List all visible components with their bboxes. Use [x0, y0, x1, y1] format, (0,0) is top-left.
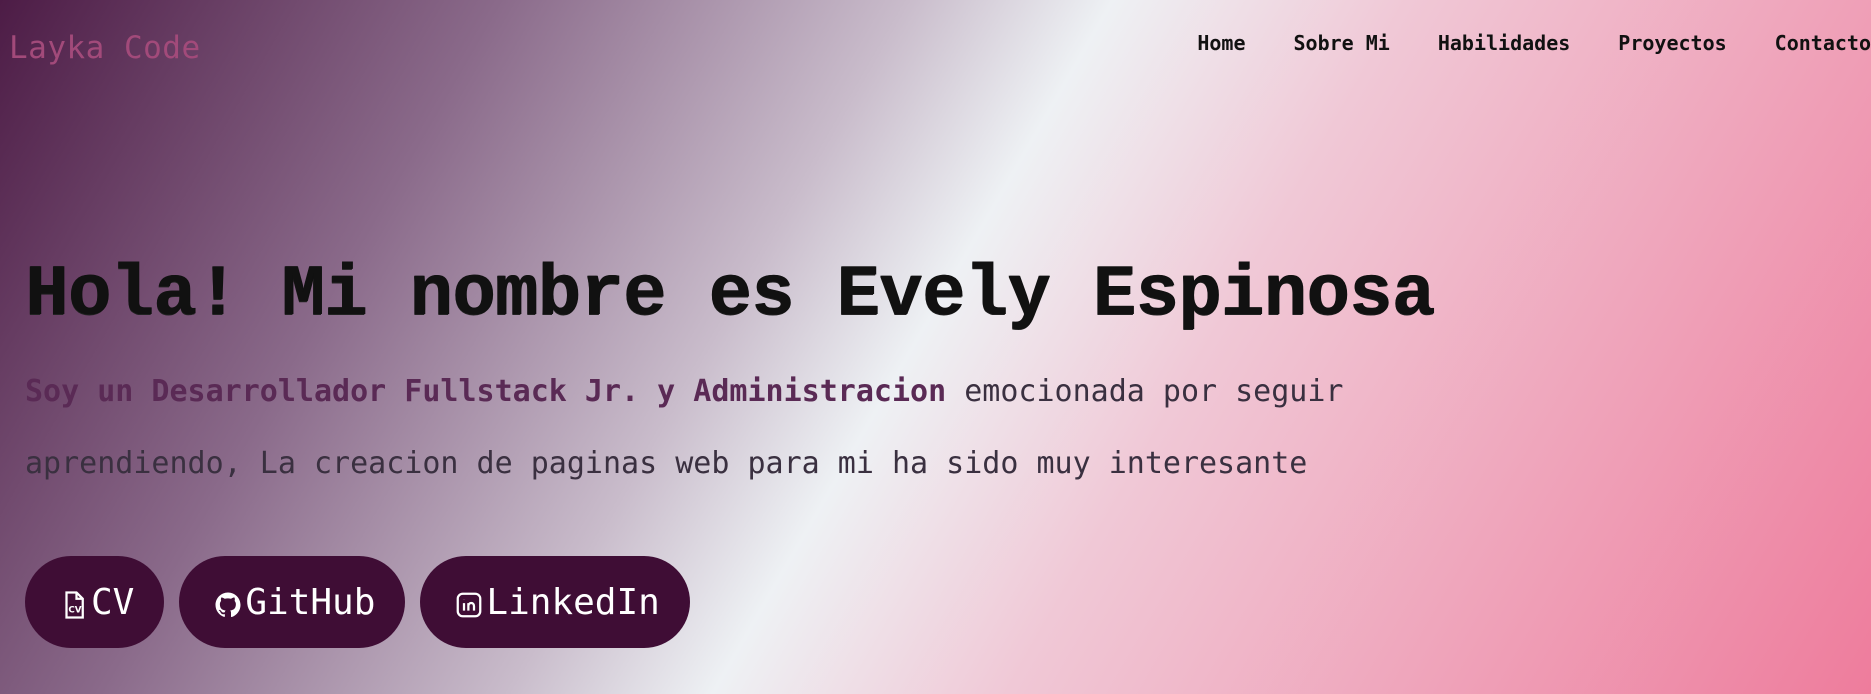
linkedin-button-label: LinkedIn — [486, 581, 660, 623]
linkedin-button[interactable]: LinkedIn — [420, 556, 690, 648]
nav-item-home[interactable]: Home — [1197, 31, 1245, 55]
action-buttons: CV CV GitHub LinkedIn — [25, 556, 690, 648]
github-button[interactable]: GitHub — [179, 556, 406, 648]
svg-text:CV: CV — [68, 606, 81, 616]
nav-links: Home Sobre Mi Habilidades Proyectos Cont… — [1149, 31, 1871, 55]
linkedin-icon — [454, 590, 484, 620]
nav-item-sobre-mi[interactable]: Sobre Mi — [1294, 31, 1390, 55]
cv-file-icon: CV — [59, 590, 89, 620]
nav-item-habilidades[interactable]: Habilidades — [1438, 31, 1570, 55]
navbar: Layka Code Home Sobre Mi Habilidades Pro… — [0, 0, 1871, 96]
github-button-label: GitHub — [245, 581, 376, 623]
nav-item-proyectos[interactable]: Proyectos — [1618, 31, 1726, 55]
hero-title: Hola! Mi nombre es Evely Espinosa — [25, 254, 1435, 336]
hero-description: Soy un Desarrollador Fullstack Jr. y Adm… — [25, 356, 1445, 500]
hero-highlight: Soy un Desarrollador Fullstack Jr. y Adm… — [25, 374, 947, 409]
cv-button[interactable]: CV CV — [25, 556, 165, 648]
nav-item-contacto[interactable]: Contacto — [1775, 31, 1871, 55]
cv-button-label: CV — [91, 581, 135, 623]
brand-logo-text[interactable]: Layka Code — [9, 30, 201, 66]
hero-section: Hola! Mi nombre es Evely Espinosa Soy un… — [25, 250, 1525, 500]
github-icon — [213, 590, 243, 620]
